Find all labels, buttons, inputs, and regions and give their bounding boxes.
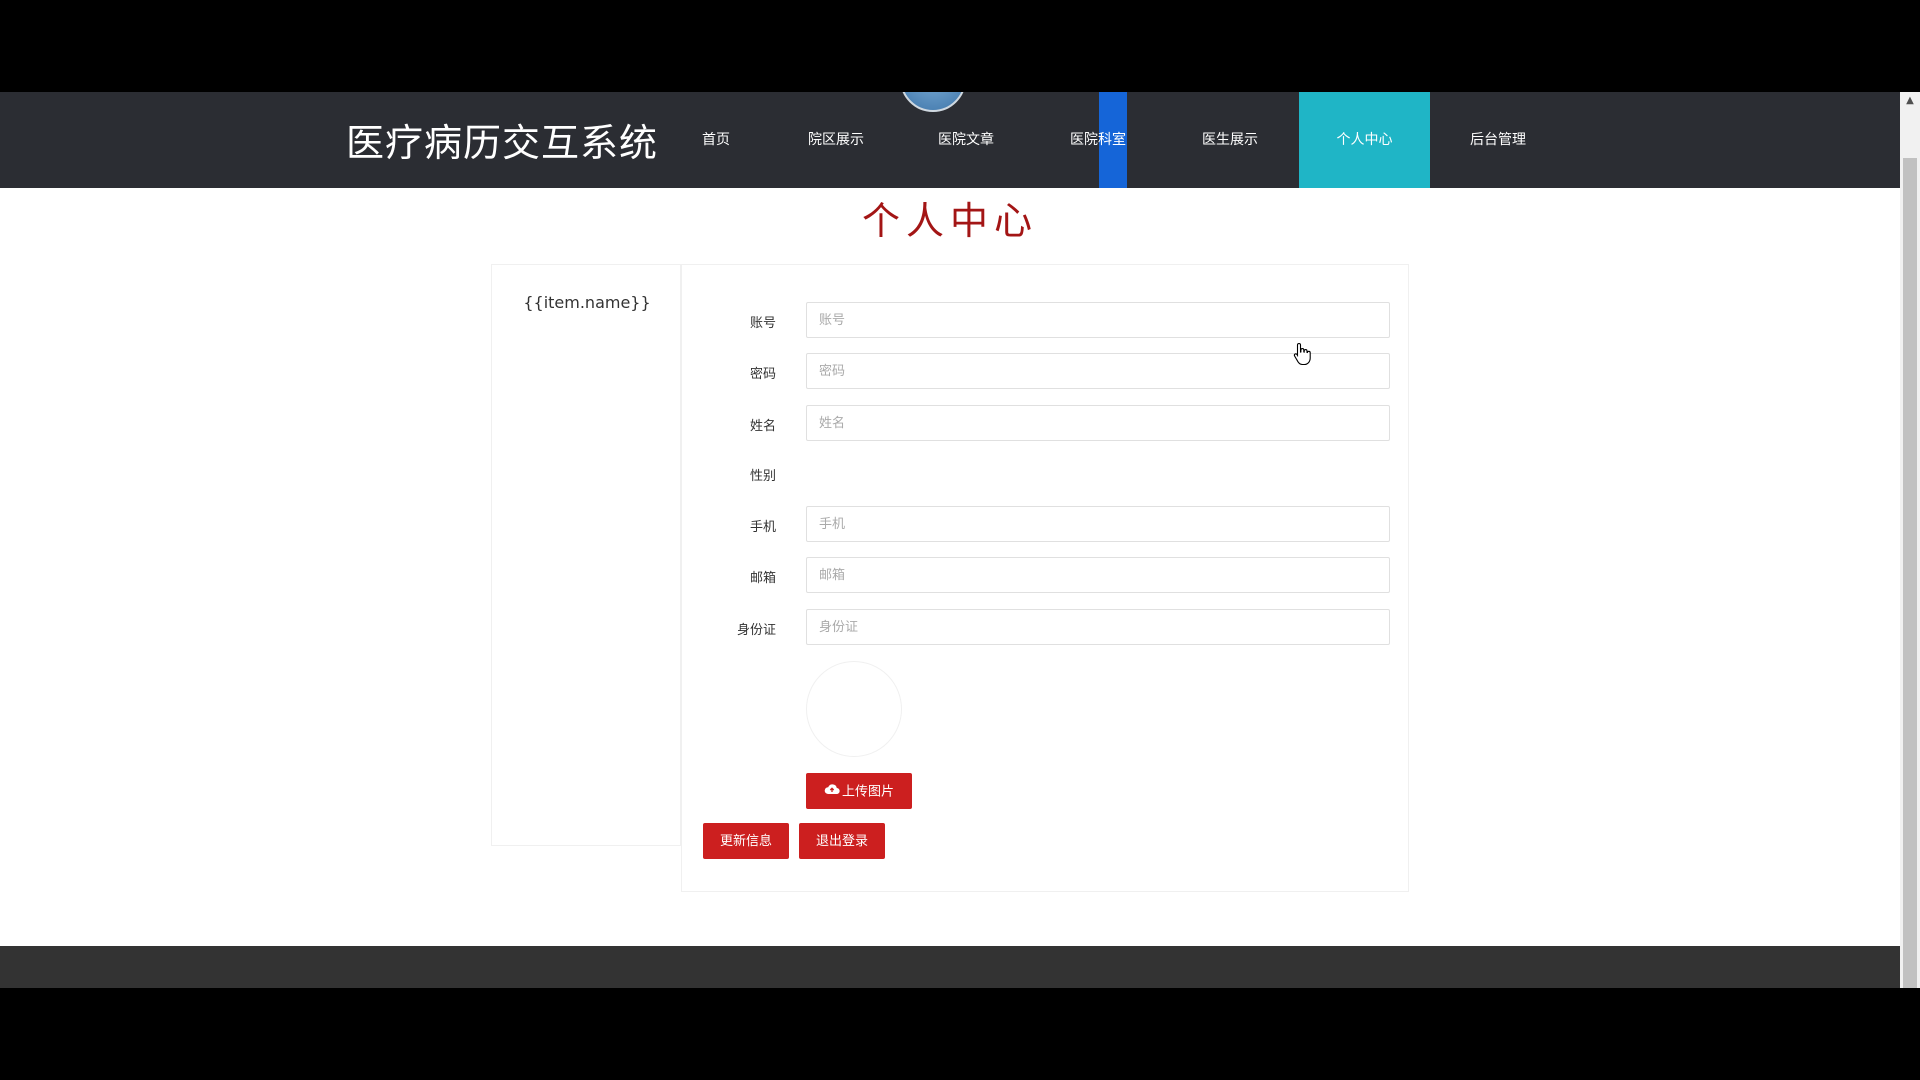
nav-home[interactable]: 首页: [688, 92, 744, 188]
label-id-card: 身份证: [736, 623, 776, 638]
nav-campus-showcase[interactable]: 院区展示: [796, 92, 876, 188]
phone-input[interactable]: [806, 506, 1390, 542]
label-gender: 性别: [749, 469, 776, 484]
avatar-preview: [806, 661, 902, 757]
nav-doctors[interactable]: 医生展示: [1190, 92, 1270, 188]
account-input[interactable]: [806, 302, 1390, 338]
top-navbar: 医疗病历交互系统 首页 院区展示 医院文章 医院科室 医生展示 个人中心 后台管…: [0, 92, 1900, 188]
logout-button[interactable]: 退出登录: [799, 823, 885, 859]
label-account: 账号: [749, 316, 776, 331]
update-info-button[interactable]: 更新信息: [703, 823, 789, 859]
nav-admin[interactable]: 后台管理: [1458, 92, 1538, 188]
label-name: 姓名: [749, 419, 776, 434]
scroll-up-arrow-icon[interactable]: ▲: [1900, 92, 1920, 110]
scrollbar-thumb[interactable]: [1903, 158, 1917, 988]
nav-hospital-articles[interactable]: 医院文章: [926, 92, 1006, 188]
label-password: 密码: [749, 367, 776, 382]
nav-personal-center[interactable]: 个人中心: [1299, 92, 1430, 188]
label-email: 邮箱: [749, 571, 776, 586]
name-input[interactable]: [806, 405, 1390, 441]
sidebar-item[interactable]: {{item.name}}: [492, 293, 682, 312]
vertical-scrollbar[interactable]: ▲: [1900, 92, 1920, 988]
site-title: 医疗病历交互系统: [346, 121, 659, 165]
page-title: 个人中心: [861, 199, 1038, 243]
page-footer: [0, 946, 1900, 988]
id-card-input[interactable]: [806, 609, 1390, 645]
cloud-upload-icon: [824, 774, 840, 810]
upload-image-button[interactable]: 上传图片: [806, 773, 912, 809]
profile-sidebar: {{item.name}}: [491, 264, 681, 846]
hand-pointer-icon: [1293, 342, 1311, 366]
email-input[interactable]: [806, 557, 1390, 593]
nav-departments[interactable]: 医院科室: [1058, 92, 1138, 188]
label-phone: 手机: [749, 520, 776, 535]
browser-viewport: 医疗病历交互系统 首页 院区展示 医院文章 医院科室 医生展示 个人中心 后台管…: [0, 92, 1900, 988]
upload-image-label: 上传图片: [841, 784, 894, 800]
